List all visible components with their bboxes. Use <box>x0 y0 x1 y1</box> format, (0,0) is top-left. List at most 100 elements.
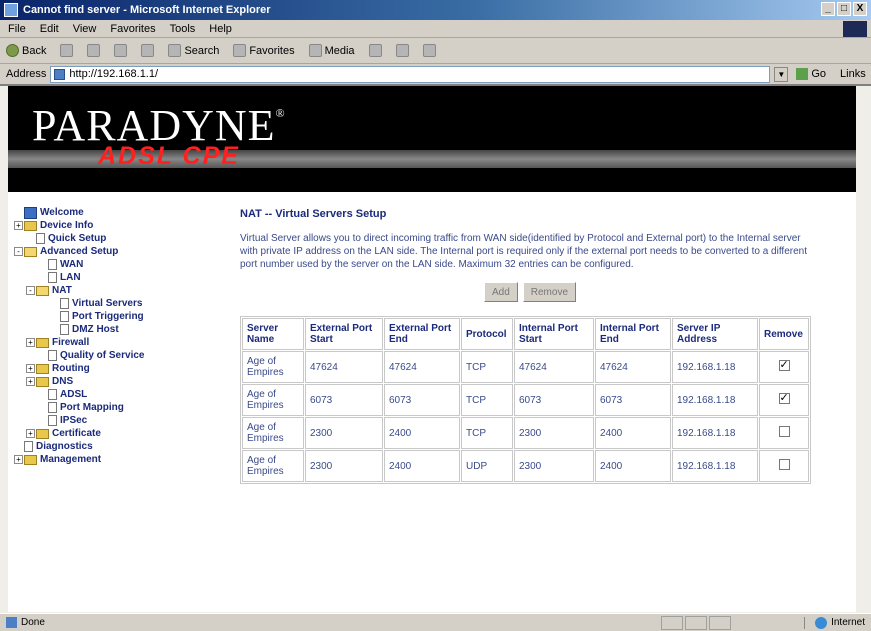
window-controls: _ □ X <box>821 2 867 16</box>
expand-icon[interactable]: + <box>14 455 23 464</box>
search-button[interactable]: Search <box>168 44 219 57</box>
tree-item-diagnostics[interactable]: Diagnostics <box>14 440 184 453</box>
tree-item-port-triggering[interactable]: Port Triggering <box>14 310 184 323</box>
col-external-port-end: External Port End <box>384 318 460 350</box>
server-name-cell: Age of Empires <box>242 384 304 416</box>
address-input[interactable]: http://192.168.1.1/ <box>50 65 771 83</box>
page-icon <box>48 402 57 413</box>
address-label: Address <box>6 68 47 80</box>
menu-file[interactable]: File <box>8 23 26 35</box>
favorites-button[interactable]: Favorites <box>233 44 295 57</box>
expand-icon[interactable]: + <box>26 364 35 373</box>
window-title: Cannot find server - Microsoft Internet … <box>23 4 271 16</box>
remove-checkbox[interactable] <box>778 358 790 371</box>
go-button[interactable]: Go <box>796 68 826 80</box>
tree-item-virtual-servers[interactable]: Virtual Servers <box>14 297 184 310</box>
menu-help[interactable]: Help <box>209 23 232 35</box>
tree-item-advanced-setup[interactable]: - Advanced Setup <box>14 245 184 258</box>
maximize-button[interactable]: □ <box>837 2 851 16</box>
table-row: Age of Empires 47624 47624 TCP 47624 47624 192… <box>242 351 809 383</box>
add-button[interactable]: Add <box>483 282 518 302</box>
tree-item-ipsec[interactable]: IPSec <box>14 414 184 427</box>
collapse-icon[interactable]: - <box>14 247 23 256</box>
menu-view[interactable]: View <box>73 23 97 35</box>
print-button[interactable] <box>422 44 436 57</box>
page-icon <box>60 298 69 309</box>
main-panel: NAT -- Virtual Servers Setup Virtual Ser… <box>240 208 820 484</box>
page-icon <box>48 389 57 400</box>
address-dropdown-button[interactable]: ▼ <box>774 66 789 82</box>
tree-item-nat[interactable]: - NAT <box>14 284 184 297</box>
address-url: http://192.168.1.1/ <box>69 68 159 80</box>
internal-port-end-cell: 47624 <box>595 351 671 383</box>
tree-item-label: Advanced Setup <box>40 246 119 257</box>
tree-item-device-info[interactable]: + Device Info <box>14 219 184 232</box>
tree-item-welcome[interactable]: Welcome <box>14 206 184 219</box>
tree-item-quick-setup[interactable]: Quick Setup <box>14 232 184 245</box>
tree-item-label: WAN <box>60 259 84 270</box>
remove-cell <box>759 351 809 383</box>
router-header-banner: PARADYNE® ADSL CPE <box>8 86 856 192</box>
tree-item-lan[interactable]: LAN <box>14 271 184 284</box>
close-button[interactable]: X <box>853 2 867 16</box>
folder-icon <box>36 363 49 374</box>
server-name-cell: Age of Empires <box>242 351 304 383</box>
tree-item-label: Welcome <box>40 207 84 218</box>
external-port-start-cell: 2300 <box>305 417 383 449</box>
tree-item-adsl[interactable]: ADSL <box>14 388 184 401</box>
expand-icon[interactable]: + <box>26 377 35 386</box>
zone-text: Internet <box>831 617 865 628</box>
tree-item-routing[interactable]: + Routing <box>14 362 184 375</box>
remove-checkbox[interactable] <box>778 391 790 404</box>
back-label: Back <box>22 44 47 57</box>
menu-edit[interactable]: Edit <box>40 23 59 35</box>
back-button[interactable]: Back <box>6 44 46 57</box>
tree-item-certificate[interactable]: + Certificate <box>14 427 184 440</box>
remove-button[interactable]: Remove <box>522 282 577 302</box>
links-button[interactable]: Links <box>840 68 866 80</box>
expand-icon[interactable]: + <box>26 429 35 438</box>
history-button[interactable] <box>368 44 382 57</box>
stop-button[interactable] <box>87 44 101 57</box>
home-globe-icon <box>24 206 37 219</box>
page-description: Virtual Server allows you to direct inco… <box>240 233 808 270</box>
tree-item-quality-of-service[interactable]: Quality of Service <box>14 349 184 362</box>
server-ip-cell: 192.168.1.18 <box>672 384 758 416</box>
external-port-end-cell: 2400 <box>384 450 460 482</box>
collapse-icon[interactable]: - <box>26 286 35 295</box>
menu-favorites[interactable]: Favorites <box>110 23 155 35</box>
tree-item-label: Firewall <box>52 337 90 348</box>
media-button[interactable]: Media <box>308 44 355 57</box>
minimize-button[interactable]: _ <box>821 2 835 16</box>
col-server-name: Server Name <box>242 318 304 350</box>
tree-item-dns[interactable]: + DNS <box>14 375 184 388</box>
remove-cell <box>759 450 809 482</box>
mail-icon <box>395 44 409 57</box>
forward-button[interactable] <box>60 44 74 57</box>
home-button[interactable] <box>141 44 155 57</box>
refresh-button[interactable] <box>114 44 128 57</box>
tree-item-management[interactable]: + Management <box>14 453 184 466</box>
tree-item-dmz-host[interactable]: DMZ Host <box>14 323 184 336</box>
mail-button[interactable] <box>395 44 409 57</box>
header-band-bottom <box>8 170 856 192</box>
tree-item-port-mapping[interactable]: Port Mapping <box>14 401 184 414</box>
tree-item-firewall[interactable]: + Firewall <box>14 336 184 349</box>
internet-zone-icon <box>815 616 828 629</box>
internal-port-end-cell: 2400 <box>595 417 671 449</box>
tree-item-label: Quick Setup <box>48 233 107 244</box>
menu-tools[interactable]: Tools <box>170 23 196 35</box>
remove-checkbox[interactable] <box>778 426 790 437</box>
tree-item-label: Virtual Servers <box>72 298 143 309</box>
status-text: Done <box>21 617 45 628</box>
tree-item-label: Device Info <box>40 220 94 231</box>
internal-port-start-cell: 2300 <box>514 450 594 482</box>
expand-icon[interactable]: + <box>26 338 35 347</box>
col-server-ip-address: Server IP Address <box>672 318 758 350</box>
page-icon <box>54 68 66 80</box>
expand-icon[interactable]: + <box>14 221 23 230</box>
internal-port-start-cell: 6073 <box>514 384 594 416</box>
tree-item-wan[interactable]: WAN <box>14 258 184 271</box>
remove-checkbox[interactable] <box>778 459 790 470</box>
windows-logo-icon <box>843 21 867 37</box>
